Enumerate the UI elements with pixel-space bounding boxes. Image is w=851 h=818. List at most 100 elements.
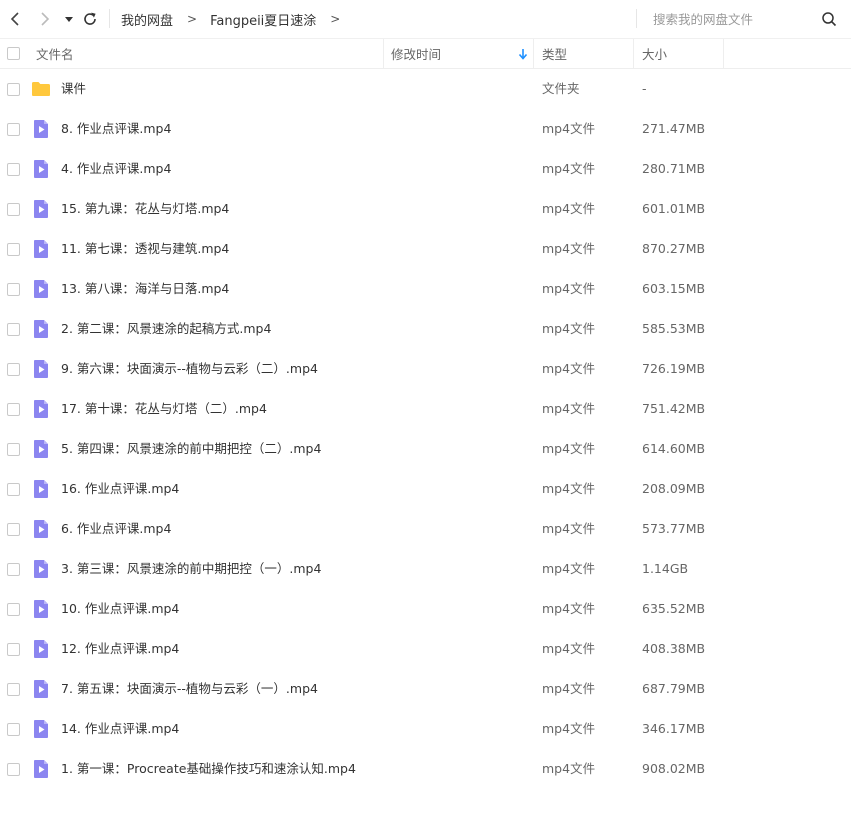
forward-button[interactable] bbox=[34, 9, 54, 29]
row-checkbox[interactable] bbox=[7, 523, 20, 536]
file-name[interactable]: 4. 作业点评课.mp4 bbox=[61, 149, 171, 189]
file-name[interactable]: 17. 第十课：花丛与灯塔（二）.mp4 bbox=[61, 389, 267, 429]
column-header: 文件名 修改时间 类型 大小 bbox=[0, 39, 851, 69]
history-dropdown-button[interactable] bbox=[62, 9, 76, 29]
file-row[interactable]: 3. 第三课：风景速涂的前中期把控（一）.mp4 mp4文件 1.14GB bbox=[0, 549, 851, 589]
breadcrumb-separator: > bbox=[330, 12, 341, 26]
file-name[interactable]: 16. 作业点评课.mp4 bbox=[61, 469, 179, 509]
row-checkbox[interactable] bbox=[7, 643, 20, 656]
file-row[interactable]: 9. 第六课：块面演示--植物与云彩（二）.mp4 mp4文件 726.19MB bbox=[0, 349, 851, 389]
file-row[interactable]: 8. 作业点评课.mp4 mp4文件 271.47MB bbox=[0, 109, 851, 149]
column-divider[interactable] bbox=[723, 39, 724, 68]
back-button[interactable] bbox=[6, 9, 26, 29]
row-checkbox[interactable] bbox=[7, 163, 20, 176]
row-checkbox[interactable] bbox=[7, 403, 20, 416]
file-size: 751.42MB bbox=[642, 401, 706, 416]
video-file-icon bbox=[31, 639, 51, 659]
file-name[interactable]: 10. 作业点评课.mp4 bbox=[61, 589, 179, 629]
file-type: mp4文件 bbox=[542, 481, 596, 496]
row-checkbox[interactable] bbox=[7, 323, 20, 336]
file-row[interactable]: 16. 作业点评课.mp4 mp4文件 208.09MB bbox=[0, 469, 851, 509]
video-file-icon bbox=[31, 319, 51, 339]
video-file-icon bbox=[31, 359, 51, 379]
file-name[interactable]: 6. 作业点评课.mp4 bbox=[61, 509, 171, 549]
row-checkbox[interactable] bbox=[7, 443, 20, 456]
row-checkbox[interactable] bbox=[7, 603, 20, 616]
row-checkbox[interactable] bbox=[7, 683, 20, 696]
file-name[interactable]: 9. 第六课：块面演示--植物与云彩（二）.mp4 bbox=[61, 349, 318, 389]
file-type: mp4文件 bbox=[542, 281, 596, 296]
row-checkbox[interactable] bbox=[7, 483, 20, 496]
video-file-icon bbox=[31, 439, 51, 459]
column-size-header[interactable]: 大小 bbox=[642, 44, 667, 63]
file-row[interactable]: 5. 第四课：风景速涂的前中期把控（二）.mp4 mp4文件 614.60MB bbox=[0, 429, 851, 469]
file-size: 603.15MB bbox=[642, 281, 706, 296]
search-box bbox=[645, 9, 843, 29]
breadcrumb-separator: > bbox=[187, 12, 198, 26]
row-checkbox[interactable] bbox=[7, 763, 20, 776]
search-icon[interactable] bbox=[821, 11, 837, 27]
row-checkbox[interactable] bbox=[7, 203, 20, 216]
column-type-header[interactable]: 类型 bbox=[542, 44, 567, 63]
file-name[interactable]: 11. 第七课：透视与建筑.mp4 bbox=[61, 229, 229, 269]
chevron-left-icon bbox=[10, 12, 19, 26]
file-row[interactable]: 1. 第一课：Procreate基础操作技巧和速涂认知.mp4 mp4文件 908.… bbox=[0, 749, 851, 789]
row-checkbox[interactable] bbox=[7, 723, 20, 736]
file-name[interactable]: 15. 第九课：花丛与灯塔.mp4 bbox=[61, 189, 229, 229]
video-file-icon bbox=[31, 519, 51, 539]
file-row[interactable]: 6. 作业点评课.mp4 mp4文件 573.77MB bbox=[0, 509, 851, 549]
file-name[interactable]: 13. 第八课：海洋与日落.mp4 bbox=[61, 269, 229, 309]
file-type: mp4文件 bbox=[542, 201, 596, 216]
file-row[interactable]: 10. 作业点评课.mp4 mp4文件 635.52MB bbox=[0, 589, 851, 629]
file-name[interactable]: 5. 第四课：风景速涂的前中期把控（二）.mp4 bbox=[61, 429, 321, 469]
row-checkbox[interactable] bbox=[7, 243, 20, 256]
row-checkbox[interactable] bbox=[7, 83, 20, 96]
column-divider[interactable] bbox=[633, 39, 634, 68]
file-row[interactable]: 课件 文件夹 - bbox=[0, 69, 851, 109]
search-input[interactable] bbox=[645, 11, 813, 27]
file-size: 408.38MB bbox=[642, 641, 706, 656]
video-file-icon bbox=[31, 199, 51, 219]
file-row[interactable]: 4. 作业点评课.mp4 mp4文件 280.71MB bbox=[0, 149, 851, 189]
file-type: mp4文件 bbox=[542, 601, 596, 616]
file-name[interactable]: 课件 bbox=[61, 69, 86, 109]
file-row[interactable]: 7. 第五课：块面演示--植物与云彩（一）.mp4 mp4文件 687.79MB bbox=[0, 669, 851, 709]
file-row[interactable]: 14. 作业点评课.mp4 mp4文件 346.17MB bbox=[0, 709, 851, 749]
video-file-icon bbox=[31, 719, 51, 739]
file-row[interactable]: 15. 第九课：花丛与灯塔.mp4 mp4文件 601.01MB bbox=[0, 189, 851, 229]
column-divider[interactable] bbox=[383, 39, 384, 68]
column-name-header[interactable]: 文件名 bbox=[36, 44, 74, 63]
file-size: 1.14GB bbox=[642, 561, 689, 576]
file-row[interactable]: 11. 第七课：透视与建筑.mp4 mp4文件 870.27MB bbox=[0, 229, 851, 269]
file-row[interactable]: 17. 第十课：花丛与灯塔（二）.mp4 mp4文件 751.42MB bbox=[0, 389, 851, 429]
file-name[interactable]: 3. 第三课：风景速涂的前中期把控（一）.mp4 bbox=[61, 549, 321, 589]
column-modified-header-cell[interactable]: 修改时间 bbox=[391, 39, 531, 68]
file-type: mp4文件 bbox=[542, 561, 596, 576]
refresh-icon bbox=[84, 12, 96, 25]
row-checkbox[interactable] bbox=[7, 123, 20, 136]
file-name[interactable]: 8. 作业点评课.mp4 bbox=[61, 109, 171, 149]
file-name[interactable]: 12. 作业点评课.mp4 bbox=[61, 629, 179, 669]
caret-down-icon bbox=[65, 17, 73, 22]
breadcrumb-root[interactable]: 我的网盘 bbox=[121, 10, 173, 29]
row-checkbox[interactable] bbox=[7, 283, 20, 296]
file-name[interactable]: 2. 第二课：风景速涂的起稿方式.mp4 bbox=[61, 309, 271, 349]
file-name[interactable]: 7. 第五课：块面演示--植物与云彩（一）.mp4 bbox=[61, 669, 318, 709]
file-size: 271.47MB bbox=[642, 121, 706, 136]
select-all-checkbox[interactable] bbox=[7, 47, 20, 60]
row-checkbox[interactable] bbox=[7, 363, 20, 376]
refresh-button[interactable] bbox=[80, 9, 100, 29]
file-row[interactable]: 2. 第二课：风景速涂的起稿方式.mp4 mp4文件 585.53MB bbox=[0, 309, 851, 349]
chevron-right-icon bbox=[41, 12, 50, 26]
file-row[interactable]: 12. 作业点评课.mp4 mp4文件 408.38MB bbox=[0, 629, 851, 669]
column-divider[interactable] bbox=[533, 39, 534, 68]
breadcrumb-current-folder[interactable]: Fangpeii夏日速涂 bbox=[210, 10, 316, 29]
file-type: mp4文件 bbox=[542, 521, 596, 536]
sort-arrow-down-icon bbox=[518, 49, 528, 60]
row-checkbox[interactable] bbox=[7, 563, 20, 576]
file-size: 687.79MB bbox=[642, 681, 706, 696]
file-type: 文件夹 bbox=[542, 81, 580, 96]
file-name[interactable]: 14. 作业点评课.mp4 bbox=[61, 709, 179, 749]
file-row[interactable]: 13. 第八课：海洋与日落.mp4 mp4文件 603.15MB bbox=[0, 269, 851, 309]
file-name[interactable]: 1. 第一课：Procreate基础操作技巧和速涂认知.mp4 bbox=[61, 749, 356, 789]
